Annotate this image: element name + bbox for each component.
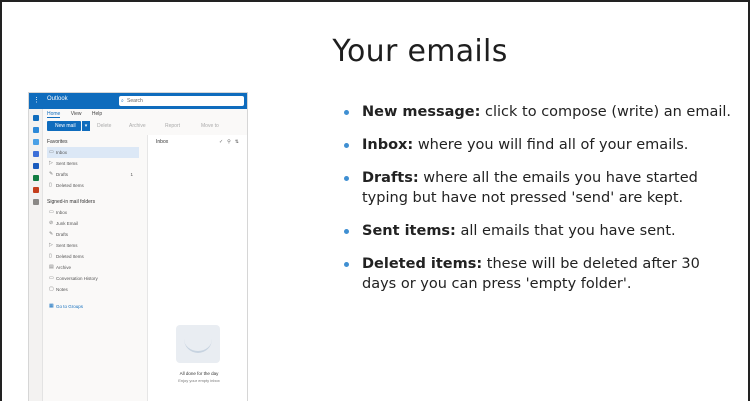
bullet-text: all emails that you have sent. [455, 223, 676, 239]
send-icon: ▷ [49, 160, 53, 166]
ribbon-tabs: Home View Help [47, 111, 111, 119]
more-apps-icon[interactable] [33, 199, 39, 205]
pencil-icon: ✎ [49, 171, 54, 177]
folder-label: Conversation History [56, 276, 98, 281]
app-rail [29, 109, 43, 401]
folder-label: Notes [56, 287, 68, 292]
bullet-drafts: Drafts: where all the emails you have st… [338, 168, 738, 208]
new-mail-dropdown-icon[interactable]: ▾ [82, 121, 90, 131]
tab-home[interactable]: Home [47, 111, 61, 118]
folder-label: Archive [56, 265, 72, 270]
folder-label: Sent Items [56, 243, 78, 248]
folder-notes[interactable]: ▢ Notes [47, 284, 139, 295]
message-list-tools[interactable]: ✓⚲⇅ [219, 139, 243, 145]
inbox-icon: ▭ [49, 209, 54, 215]
note-icon: ▢ [49, 286, 54, 292]
folder-label: Drafts [56, 172, 69, 177]
favorites-group[interactable]: Favorites [47, 137, 139, 147]
empty-inbox-subtitle: Enjoy your empty inbox [178, 378, 220, 383]
word-icon[interactable] [33, 163, 39, 169]
send-icon: ▷ [49, 242, 53, 248]
archive-button[interactable]: Archive [129, 123, 146, 129]
outlook-top-bar: ⋮ Outlook ⌕ Search [29, 93, 247, 109]
folder-drafts[interactable]: ✎ Drafts 1 [47, 169, 139, 180]
search-placeholder: Search [127, 98, 143, 104]
account-group[interactable]: Signed-in mail folders [47, 197, 139, 207]
message-list-header[interactable]: Inbox [156, 139, 168, 145]
powerpoint-icon[interactable] [33, 187, 39, 193]
folder-pane: Favorites ▭ Inbox ▷ Sent Items ✎ Drafts … [47, 137, 139, 312]
search-input[interactable]: ⌕ Search [119, 96, 244, 106]
mail-icon[interactable] [33, 115, 39, 121]
report-button[interactable]: Report [165, 123, 180, 129]
folder-sent-items[interactable]: ▷ Sent Items [47, 158, 139, 169]
people-icon[interactable] [33, 139, 39, 145]
folder-conversation-history[interactable]: ▭ Conversation History [47, 273, 139, 284]
go-to-groups-link[interactable]: ▦ Go to Groups [47, 301, 139, 312]
folder-sent-items-account[interactable]: ▷ Sent Items [47, 240, 139, 251]
go-to-groups-label: Go to Groups [56, 304, 84, 309]
trash-icon: ▯ [49, 182, 52, 188]
empty-inbox-title: All done for the day [179, 371, 219, 376]
delete-button[interactable]: Delete [97, 123, 111, 129]
folder-label: Junk Email [56, 221, 79, 226]
bullet-sent-items: Sent items: all emails that you have sen… [338, 221, 738, 241]
empty-inbox-illustration [176, 325, 220, 363]
folder-deleted-items-account[interactable]: ▯ Deleted Items [47, 251, 139, 262]
app-launcher-icon[interactable]: ⋮ [33, 97, 41, 105]
folder-label: Sent Items [56, 161, 78, 166]
folder-label: Deleted Items [56, 183, 84, 188]
outlook-brand: Outlook [47, 96, 68, 102]
tab-view[interactable]: View [71, 111, 82, 117]
folder-label: Inbox [56, 210, 68, 215]
pencil-icon: ✎ [49, 231, 54, 237]
move-to-button[interactable]: Move to [201, 123, 219, 129]
drafts-count: 1 [130, 172, 133, 177]
bullet-term: Deleted items: [362, 256, 483, 272]
groups-icon: ▦ [49, 303, 54, 309]
junk-icon: ⊘ [49, 220, 54, 226]
new-mail-button[interactable]: New mail [47, 121, 81, 131]
slide-title: Your emails [332, 34, 508, 69]
bullet-text: click to compose (write) an email. [480, 104, 731, 120]
trash-icon: ▯ [49, 253, 52, 259]
archive-icon: ▤ [49, 264, 54, 270]
folder-label: Inbox [56, 150, 68, 155]
search-icon: ⌕ [121, 98, 124, 104]
folder-junk-email[interactable]: ⊘ Junk Email [47, 218, 139, 229]
folder-drafts-account[interactable]: ✎ Drafts [47, 229, 139, 240]
bullet-new-message: New message: click to compose (write) an… [338, 102, 738, 122]
folder-inbox[interactable]: ▭ Inbox [47, 147, 139, 158]
new-mail-label: New mail [55, 123, 76, 129]
excel-icon[interactable] [33, 175, 39, 181]
explanation-list: New message: click to compose (write) an… [338, 102, 738, 307]
todo-icon[interactable] [33, 151, 39, 157]
folder-label: Deleted Items [56, 254, 84, 259]
folder-archive[interactable]: ▤ Archive [47, 262, 139, 273]
bullet-text: where you will find all of your emails. [413, 137, 689, 153]
folder-icon: ▭ [49, 275, 54, 281]
bullet-deleted-items: Deleted items: these will be deleted aft… [338, 254, 738, 294]
folder-inbox-account[interactable]: ▭ Inbox [47, 207, 139, 218]
outlook-screenshot: ⋮ Outlook ⌕ Search Home View Help New ma… [28, 92, 248, 401]
bullet-term: Inbox: [362, 137, 414, 153]
bullet-term: Drafts: [362, 170, 419, 186]
folder-deleted-items[interactable]: ▯ Deleted Items [47, 180, 139, 191]
tab-help[interactable]: Help [92, 111, 102, 117]
folder-label: Drafts [56, 232, 69, 237]
bullet-inbox: Inbox: where you will find all of your e… [338, 135, 738, 155]
bullet-term: New message: [362, 104, 481, 120]
calendar-icon[interactable] [33, 127, 39, 133]
inbox-icon: ▭ [49, 149, 54, 155]
message-list: Inbox ✓⚲⇅ All done for the day Enjoy you… [147, 135, 247, 401]
bullet-term: Sent items: [362, 223, 456, 239]
